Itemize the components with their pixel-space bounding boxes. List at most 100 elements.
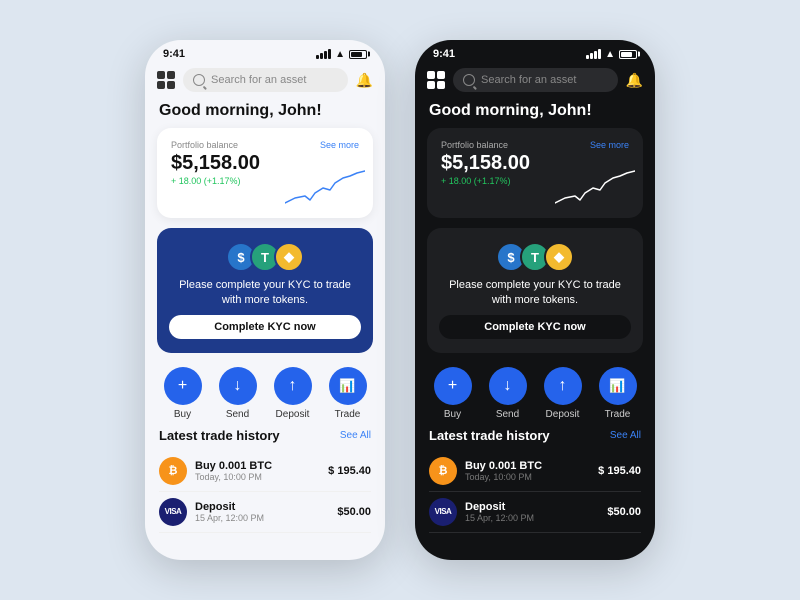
- see-all-light[interactable]: See All: [340, 430, 371, 441]
- send-icon-dark: ↓: [489, 367, 527, 405]
- history-title-light: Latest trade history: [159, 428, 280, 443]
- trade-item-btc-light[interactable]: ₿ Buy 0.001 BTC Today, 10:00 PM $ 195.40: [159, 451, 371, 492]
- mini-chart-dark: [555, 168, 635, 208]
- portfolio-card-light: Portfolio balance See more $5,158.00 + 1…: [157, 128, 373, 218]
- buy-icon-dark: +: [434, 367, 472, 405]
- kyc-banner-light: $ T ◆ Please complete your KYC to tradew…: [157, 228, 373, 353]
- signal-bars-dark: [586, 49, 601, 59]
- history-title-dark: Latest trade history: [429, 428, 550, 443]
- search-placeholder-dark: Search for an asset: [481, 74, 576, 86]
- deposit-icon-light: ↑: [274, 367, 312, 405]
- battery-icon-dark: [619, 50, 637, 59]
- trade-date-btc-light: Today, 10:00 PM: [195, 472, 320, 482]
- search-icon-dark: [463, 74, 475, 86]
- trade-icon-dark: 📊: [599, 367, 637, 405]
- buy-label-dark: Buy: [444, 409, 461, 420]
- trade-label-light: Trade: [335, 409, 361, 420]
- portfolio-top-dark: Portfolio balance See more: [441, 140, 629, 150]
- token-icons-light: $ T ◆: [226, 242, 304, 272]
- visa-icon-dark: VISA: [429, 498, 457, 526]
- kyc-text-light: Please complete your KYC to tradewith mo…: [179, 278, 351, 309]
- token-bnb-light: ◆: [274, 242, 304, 272]
- trade-label-dark: Trade: [605, 409, 631, 420]
- action-trade-light[interactable]: 📊 Trade: [329, 367, 367, 420]
- trade-amount-visa-light: $50.00: [337, 506, 371, 518]
- search-box-dark[interactable]: Search for an asset: [453, 68, 618, 92]
- action-send-dark[interactable]: ↓ Send: [489, 367, 527, 420]
- btc-icon-dark: ₿: [429, 457, 457, 485]
- kyc-text-dark: Please complete your KYC to tradewith mo…: [449, 278, 621, 309]
- action-deposit-dark[interactable]: ↑ Deposit: [544, 367, 582, 420]
- trade-date-btc-dark: Today, 10:00 PM: [465, 472, 590, 482]
- wifi-icon-dark: ▲: [605, 49, 615, 60]
- grid-icon-dark[interactable]: [427, 71, 445, 89]
- greeting-light: Good morning, John!: [145, 100, 385, 128]
- portfolio-label-light: Portfolio balance: [171, 140, 238, 150]
- battery-icon: [349, 50, 367, 59]
- visa-icon-light: VISA: [159, 498, 187, 526]
- phone-light: 9:41 ▲ Search for an asset 🔔 Good mornin…: [145, 40, 385, 560]
- search-row-light: Search for an asset 🔔: [145, 64, 385, 100]
- trade-amount-btc-light: $ 195.40: [328, 465, 371, 477]
- trade-item-btc-dark[interactable]: ₿ Buy 0.001 BTC Today, 10:00 PM $ 195.40: [429, 451, 641, 492]
- send-icon-light: ↓: [219, 367, 257, 405]
- action-buy-dark[interactable]: + Buy: [434, 367, 472, 420]
- buy-icon-light: +: [164, 367, 202, 405]
- trade-history-light: Latest trade history See All ₿ Buy 0.001…: [145, 428, 385, 560]
- send-label-light: Send: [226, 409, 249, 420]
- wifi-icon: ▲: [335, 49, 345, 60]
- token-bnb-dark: ◆: [544, 242, 574, 272]
- action-send-light[interactable]: ↓ Send: [219, 367, 257, 420]
- grid-icon-light[interactable]: [157, 71, 175, 89]
- mini-chart-light: [285, 168, 365, 208]
- send-label-dark: Send: [496, 409, 519, 420]
- actions-light: + Buy ↓ Send ↑ Deposit 📊 Trade: [145, 363, 385, 428]
- action-trade-dark[interactable]: 📊 Trade: [599, 367, 637, 420]
- trade-info-visa-dark: Deposit 15 Apr, 12:00 PM: [465, 501, 599, 523]
- status-bar-light: 9:41 ▲: [145, 40, 385, 64]
- status-time-light: 9:41: [163, 48, 185, 60]
- trade-name-visa-light: Deposit: [195, 501, 329, 513]
- history-header-light: Latest trade history See All: [159, 428, 371, 443]
- bell-icon-light[interactable]: 🔔: [356, 72, 373, 89]
- actions-dark: + Buy ↓ Send ↑ Deposit 📊 Trade: [415, 363, 655, 428]
- status-bar-dark: 9:41 ▲: [415, 40, 655, 64]
- trade-date-visa-dark: 15 Apr, 12:00 PM: [465, 513, 599, 523]
- trade-name-btc-light: Buy 0.001 BTC: [195, 460, 320, 472]
- portfolio-label-dark: Portfolio balance: [441, 140, 508, 150]
- see-all-dark[interactable]: See All: [610, 430, 641, 441]
- greeting-dark: Good morning, John!: [415, 100, 655, 128]
- trade-amount-visa-dark: $50.00: [607, 506, 641, 518]
- status-icons-dark: ▲: [586, 49, 637, 60]
- trade-item-visa-light[interactable]: VISA Deposit 15 Apr, 12:00 PM $50.00: [159, 492, 371, 533]
- btc-icon-light: ₿: [159, 457, 187, 485]
- deposit-label-dark: Deposit: [546, 409, 580, 420]
- trade-amount-btc-dark: $ 195.40: [598, 465, 641, 477]
- search-icon-light: [193, 74, 205, 86]
- action-buy-light[interactable]: + Buy: [164, 367, 202, 420]
- deposit-icon-dark: ↑: [544, 367, 582, 405]
- token-icons-dark: $ T ◆: [496, 242, 574, 272]
- see-more-dark[interactable]: See more: [590, 140, 629, 150]
- trade-history-dark: Latest trade history See All ₿ Buy 0.001…: [415, 428, 655, 560]
- trade-item-visa-dark[interactable]: VISA Deposit 15 Apr, 12:00 PM $50.00: [429, 492, 641, 533]
- history-header-dark: Latest trade history See All: [429, 428, 641, 443]
- trade-name-visa-dark: Deposit: [465, 501, 599, 513]
- signal-bars: [316, 49, 331, 59]
- action-deposit-light[interactable]: ↑ Deposit: [274, 367, 312, 420]
- bell-icon-dark[interactable]: 🔔: [626, 72, 643, 89]
- trade-icon-light: 📊: [329, 367, 367, 405]
- kyc-button-dark[interactable]: Complete KYC now: [439, 315, 631, 339]
- search-placeholder-light: Search for an asset: [211, 74, 306, 86]
- portfolio-top-light: Portfolio balance See more: [171, 140, 359, 150]
- search-box-light[interactable]: Search for an asset: [183, 68, 348, 92]
- status-time-dark: 9:41: [433, 48, 455, 60]
- see-more-light[interactable]: See more: [320, 140, 359, 150]
- phone-dark: 9:41 ▲ Search for an asset 🔔 Good mornin…: [415, 40, 655, 560]
- kyc-banner-dark: $ T ◆ Please complete your KYC to tradew…: [427, 228, 643, 353]
- trade-name-btc-dark: Buy 0.001 BTC: [465, 460, 590, 472]
- search-row-dark: Search for an asset 🔔: [415, 64, 655, 100]
- kyc-button-light[interactable]: Complete KYC now: [169, 315, 361, 339]
- portfolio-card-dark: Portfolio balance See more $5,158.00 + 1…: [427, 128, 643, 218]
- deposit-label-light: Deposit: [276, 409, 310, 420]
